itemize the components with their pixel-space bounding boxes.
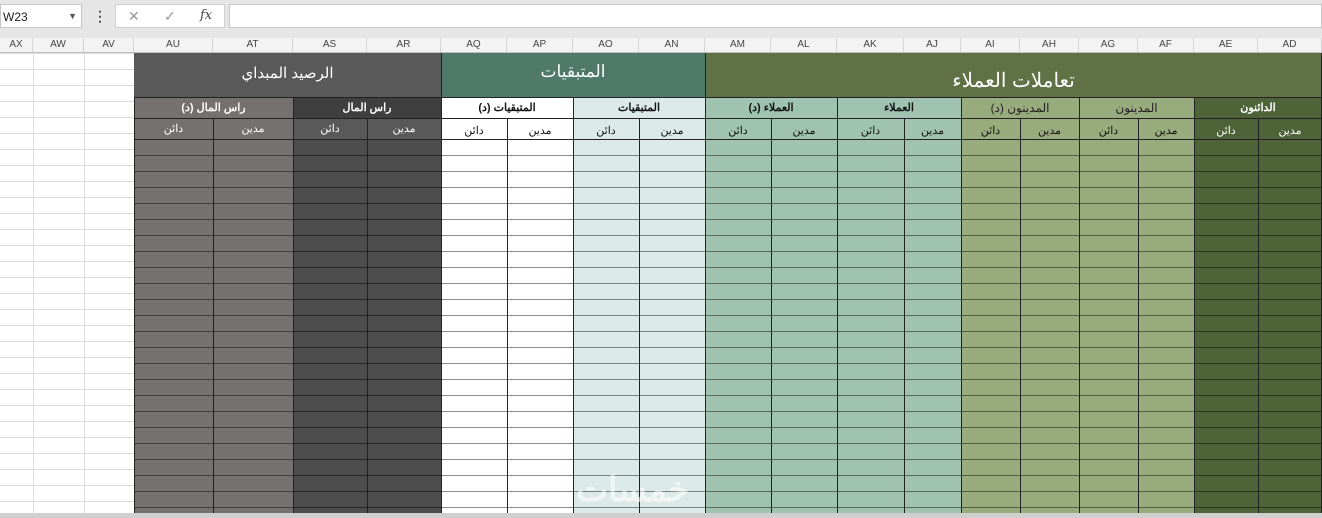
credit-label: دائن [728,125,748,137]
credit-label: دائن [596,125,616,137]
credit-label: دائن [1216,125,1236,137]
formula-bar: W23 ▼ ⋮ ✕ ✓ fx [0,0,1322,39]
debtors-header[interactable]: المدينون [1079,101,1194,115]
column-header[interactable]: AP [507,38,573,52]
remaining-d-header[interactable]: المتبقيات (د) [441,101,573,114]
column-header[interactable]: AO [573,38,639,52]
check-icon[interactable]: ✓ [164,8,176,25]
column-header[interactable]: AQ [441,38,507,52]
column-header[interactable]: AE [1194,38,1258,52]
column-header[interactable]: AJ [904,38,961,52]
column-header[interactable]: AI [961,38,1020,52]
credit-label: دائن [320,123,340,135]
column-header[interactable]: AV [84,38,134,52]
row-grid-lines [134,139,1322,513]
triangle-down-icon[interactable]: ▼ [68,11,77,21]
name-box[interactable]: W23 ▼ [0,4,82,28]
formula-buttons: ✕ ✓ fx [115,4,225,28]
debit-label: مدين [392,123,416,135]
function-button[interactable]: fx [200,8,212,23]
remaining-title[interactable]: المتبقيات [441,62,705,82]
credit-label: دائن [464,125,484,137]
column-header[interactable]: AX [0,38,33,52]
watermark: خمسات [576,471,690,509]
column-header-row: AX AW AV AU AT AS AR AQ AP AO AN AM AL A… [0,38,1322,53]
x-icon[interactable]: ✕ [128,8,140,25]
credit-label: دائن [163,123,184,135]
column-header[interactable]: AM [705,38,771,52]
column-header[interactable]: AW [33,38,84,52]
column-header[interactable]: AR [367,38,441,52]
debit-label: مدين [241,123,265,135]
column-header[interactable]: AU [134,38,213,52]
clients-header[interactable]: العملاء [837,101,961,114]
debit-label: مدين [1154,125,1178,137]
column-header[interactable]: AG [1079,38,1138,52]
debit-label: مدين [660,125,684,137]
horizontal-scrollbar[interactable] [0,513,1322,518]
column-header[interactable]: AF [1138,38,1194,52]
debit-label: مدين [920,125,945,137]
remaining-header[interactable]: المتبقيات [573,101,705,114]
client-transactions-title[interactable]: تعاملات العملاء [705,68,1322,93]
creditors-header[interactable]: الدائنون [1194,101,1322,114]
debit-label: مدين [1278,125,1302,137]
column-header[interactable]: AD [1258,38,1322,52]
empty-grid[interactable] [0,53,134,513]
credit-label: دائن [1098,125,1119,137]
capital-header[interactable]: راس المال [293,101,441,114]
debtors-d-header[interactable]: المدينون (د) [961,101,1079,115]
debit-label: مدين [792,125,816,137]
clients-d-header[interactable]: العملاء (د) [705,101,837,114]
credit-label: دائن [860,125,881,137]
name-box-value: W23 [3,10,28,24]
formula-input[interactable] [229,4,1322,28]
opening-balance-title[interactable]: الرصيد المبداي [134,64,441,82]
column-header[interactable]: AH [1020,38,1079,52]
credit-label: دائن [980,125,1001,137]
column-header[interactable]: AT [213,38,293,52]
debit-label: مدين [528,125,552,137]
column-header[interactable]: AL [771,38,837,52]
column-header[interactable]: AK [837,38,904,52]
column-header[interactable]: AS [293,38,367,52]
capital-d-header[interactable]: راس المال (د) [134,101,293,114]
debit-label: مدين [1037,125,1062,137]
vertical-dots-icon[interactable]: ⋮ [93,8,107,25]
column-header[interactable]: AN [639,38,705,52]
